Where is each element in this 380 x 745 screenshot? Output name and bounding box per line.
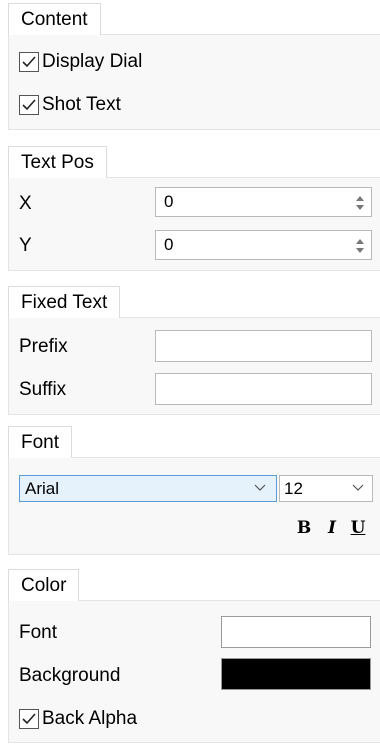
tab-fixed-text[interactable]: Fixed Text [8, 286, 121, 318]
x-label: X [19, 193, 32, 214]
suffix-label: Suffix [19, 379, 67, 400]
font-family-value: Arial [25, 479, 60, 498]
tab-text-pos-label: Text Pos [21, 152, 94, 173]
display-dial-label: Display Dial [42, 51, 143, 72]
chevron-down-icon [254, 484, 266, 491]
shot-text-label: Shot Text [42, 94, 121, 115]
x-spinbox[interactable]: 0 [155, 187, 372, 217]
tab-text-pos[interactable]: Text Pos [8, 146, 107, 178]
font-color-swatch[interactable] [221, 616, 371, 648]
bold-button[interactable]: B [293, 518, 315, 538]
tab-color[interactable]: Color [8, 569, 80, 601]
chevron-down-icon [352, 484, 364, 491]
tab-fixed-text-label: Fixed Text [21, 292, 108, 313]
x-value: 0 [164, 192, 174, 211]
spin-arrows-icon[interactable] [355, 236, 365, 256]
background-color-label: Background [19, 665, 121, 686]
tab-font[interactable]: Font [8, 426, 73, 458]
spin-arrows-icon[interactable] [355, 193, 365, 213]
shot-text-checkbox[interactable]: Shot Text [19, 93, 121, 117]
tab-content-label: Content [21, 9, 88, 30]
suffix-input[interactable] [155, 373, 372, 405]
y-value: 0 [164, 235, 174, 254]
prefix-label: Prefix [19, 336, 68, 357]
color-panel: Font Background Back Alpha [8, 600, 380, 743]
y-spinbox[interactable]: 0 [155, 230, 372, 260]
tab-font-label: Font [21, 432, 60, 453]
content-panel: Display Dial Shot Text [8, 34, 380, 130]
font-size-value: 12 [284, 479, 303, 498]
font-size-select[interactable]: 12 [279, 475, 373, 502]
tab-color-label: Color [21, 575, 67, 596]
checkbox-checked-icon [19, 95, 39, 115]
checkbox-checked-icon [19, 709, 39, 729]
tab-content[interactable]: Content [8, 3, 101, 35]
back-alpha-checkbox[interactable]: Back Alpha [19, 707, 137, 731]
font-color-label: Font [19, 622, 58, 643]
font-family-select[interactable]: Arial [19, 475, 277, 502]
italic-button[interactable]: I [321, 518, 343, 538]
fixed-text-panel: Prefix Suffix [8, 317, 380, 415]
back-alpha-label: Back Alpha [42, 708, 138, 729]
prefix-input[interactable] [155, 330, 372, 362]
display-dial-checkbox[interactable]: Display Dial [19, 50, 142, 74]
underline-button[interactable]: U [347, 518, 369, 538]
background-color-swatch[interactable] [221, 658, 371, 690]
checkbox-checked-icon [19, 52, 39, 72]
text-pos-panel: X 0 Y 0 [8, 177, 380, 271]
font-panel: Arial 12 B I U [8, 457, 380, 555]
y-label: Y [19, 235, 32, 256]
